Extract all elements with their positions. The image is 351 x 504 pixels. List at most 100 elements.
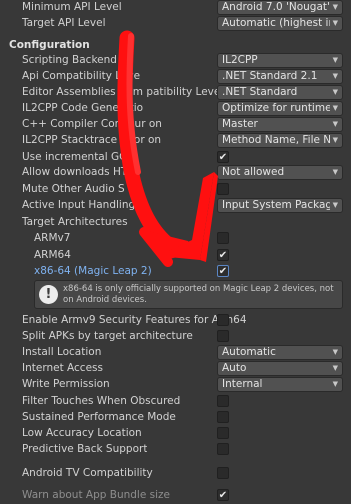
install-location-label: Install Location xyxy=(22,346,102,358)
section-header-configuration[interactable]: Configuration xyxy=(9,39,90,51)
write-permission-value: Internal xyxy=(222,378,263,390)
armv7-label: ARMv7 xyxy=(34,232,71,244)
filter-touches-checkbox[interactable] xyxy=(217,395,229,407)
row-android-tv: Android TV Compatibility xyxy=(0,466,351,482)
low-accuracy-location-label: Low Accuracy Location xyxy=(22,427,142,439)
row-incremental-gc: Use incremental GC* ✔ xyxy=(0,150,351,166)
chevron-down-icon: ▼ xyxy=(332,364,338,372)
chevron-down-icon: ▼ xyxy=(332,136,338,144)
internet-access-dropdown[interactable]: Auto ▼ xyxy=(217,361,343,376)
active-input-dropdown[interactable]: Input System Package (I▼ xyxy=(217,198,343,213)
row-api-compat-level: Api Compatibility Leve .NET Standard 2.1 ▼ xyxy=(0,69,351,85)
min-api-level-label: Minimum API Level xyxy=(22,1,122,13)
row-sustained-performance: Sustained Performance Mode xyxy=(0,410,351,426)
info-icon: ! xyxy=(39,285,58,304)
editor-assemblies-label: Editor Assemblies Com patibility Level* xyxy=(22,86,220,98)
allow-downloads-value: Not allowed xyxy=(222,166,285,178)
il2cpp-codegen-dropdown[interactable]: Optimize for runtime spe▼ xyxy=(217,101,343,116)
target-architectures-label: Target Architectures xyxy=(22,216,128,228)
row-armv9-security: Enable Armv9 Security Features for Arm64 xyxy=(0,313,351,329)
chevron-down-icon: ▼ xyxy=(332,201,338,209)
architecture-help-box: ! x86-64 is only officially supported on… xyxy=(34,280,343,309)
il2cpp-codegen-value: Optimize for runtime spe xyxy=(222,102,330,114)
sustained-performance-checkbox[interactable] xyxy=(217,411,229,423)
row-write-permission: Write Permission Internal ▼ xyxy=(0,377,351,393)
warn-app-bundle-label: Warn about App Bundle size xyxy=(22,489,171,501)
row-target-api-level: Target API Level Automatic (highest insta… xyxy=(0,16,351,32)
cpp-compiler-dropdown[interactable]: Master ▼ xyxy=(217,117,343,132)
row-scripting-backend: Scripting Backend IL2CPP ▼ xyxy=(0,53,351,69)
row-target-architectures: Target Architectures xyxy=(0,215,351,231)
incremental-gc-label: Use incremental GC* xyxy=(22,151,132,163)
api-compat-level-value: .NET Standard 2.1 xyxy=(222,70,318,82)
arm64-checkbox[interactable]: ✔ xyxy=(217,249,229,261)
row-min-api-level: Minimum API Level Android 7.0 'Nougat' (A… xyxy=(0,0,351,16)
install-location-value: Automatic xyxy=(222,346,276,358)
internet-access-value: Auto xyxy=(222,362,247,374)
row-filter-touches: Filter Touches When Obscured xyxy=(0,394,351,410)
incremental-gc-checkbox[interactable]: ✔ xyxy=(217,151,229,163)
scripting-backend-value: IL2CPP xyxy=(222,54,258,66)
il2cpp-stacktrace-dropdown[interactable]: Method Name, File Nam▼ xyxy=(217,133,343,148)
x86-64-checkbox[interactable]: ✔ xyxy=(217,265,229,277)
predictive-back-label: Predictive Back Support xyxy=(22,443,148,455)
checkmark-icon: ✔ xyxy=(218,266,228,277)
install-location-dropdown[interactable]: Automatic ▼ xyxy=(217,345,343,360)
split-apks-label: Split APKs by target architecture xyxy=(22,330,193,342)
cpp-compiler-value: Master xyxy=(222,118,258,130)
row-mute-other-audio: Mute Other Audio S xyxy=(0,182,351,198)
allow-downloads-dropdown[interactable]: Not allowed ▼ xyxy=(217,165,343,180)
chevron-down-icon: ▼ xyxy=(332,380,338,388)
chevron-down-icon: ▼ xyxy=(332,348,338,356)
checkmark-icon: ✔ xyxy=(218,250,228,261)
active-input-value: Input System Package (I xyxy=(222,199,330,211)
warn-app-bundle-checkbox[interactable]: ✔ xyxy=(217,489,229,501)
arm64-label: ARM64 xyxy=(34,249,71,261)
write-permission-dropdown[interactable]: Internal ▼ xyxy=(217,377,343,392)
target-api-level-dropdown[interactable]: Automatic (highest insta▼ xyxy=(217,16,343,31)
row-low-accuracy-location: Low Accuracy Location xyxy=(0,426,351,442)
mute-other-audio-label: Mute Other Audio S xyxy=(22,183,125,195)
row-warn-app-bundle: Warn about App Bundle size ✔ xyxy=(0,488,351,504)
mute-other-audio-checkbox[interactable] xyxy=(217,183,229,195)
row-editor-assemblies: Editor Assemblies Com patibility Level*.… xyxy=(0,85,351,101)
predictive-back-checkbox[interactable] xyxy=(217,443,229,455)
armv9-security-checkbox[interactable] xyxy=(217,314,229,326)
cpp-compiler-label: C++ Compiler Configur on xyxy=(22,118,162,130)
android-tv-checkbox[interactable] xyxy=(217,467,229,479)
armv7-checkbox[interactable] xyxy=(217,232,229,244)
il2cpp-stacktrace-label: IL2CPP Stacktrace Infor on xyxy=(22,134,162,146)
armv9-security-label: Enable Armv9 Security Features for Arm64 xyxy=(22,314,247,326)
checkmark-icon: ✔ xyxy=(218,490,228,501)
target-api-level-label: Target API Level xyxy=(22,17,106,29)
row-il2cpp-stacktrace: IL2CPP Stacktrace Infor on Method Name, F… xyxy=(0,133,351,149)
android-tv-label: Android TV Compatibility xyxy=(22,467,153,479)
row-predictive-back: Predictive Back Support xyxy=(0,442,351,458)
split-apks-checkbox[interactable] xyxy=(217,330,229,342)
scripting-backend-label: Scripting Backend xyxy=(22,54,117,66)
chevron-down-icon: ▼ xyxy=(332,72,338,80)
row-il2cpp-codegen: IL2CPP Code Generatio Optimize for runtim… xyxy=(0,101,351,117)
chevron-down-icon: ▼ xyxy=(332,56,338,64)
row-active-input: Active Input Handling Input System Packag… xyxy=(0,198,351,214)
api-compat-level-dropdown[interactable]: .NET Standard 2.1 ▼ xyxy=(217,69,343,84)
api-compat-level-label: Api Compatibility Leve xyxy=(22,70,141,82)
row-internet-access: Internet Access Auto ▼ xyxy=(0,361,351,377)
min-api-level-dropdown[interactable]: Android 7.0 'Nougat' (AP▼ xyxy=(217,0,343,15)
write-permission-label: Write Permission xyxy=(22,378,110,390)
low-accuracy-location-checkbox[interactable] xyxy=(217,427,229,439)
active-input-label: Active Input Handling xyxy=(22,199,136,211)
chevron-down-icon: ▼ xyxy=(332,88,338,96)
editor-assemblies-dropdown[interactable]: .NET Standard ▼ xyxy=(217,85,343,100)
row-allow-downloads: Allow downloads HTT Not allowed ▼ xyxy=(0,165,351,181)
row-split-apks: Split APKs by target architecture xyxy=(0,329,351,345)
chevron-down-icon: ▼ xyxy=(332,3,338,11)
target-api-level-value: Automatic (highest insta xyxy=(222,17,330,29)
chevron-down-icon: ▼ xyxy=(332,19,338,27)
row-install-location: Install Location Automatic ▼ xyxy=(0,345,351,361)
row-x86-64: x86-64 (Magic Leap 2) ✔ xyxy=(0,264,351,280)
scripting-backend-dropdown[interactable]: IL2CPP ▼ xyxy=(217,53,343,68)
allow-downloads-label: Allow downloads HTT xyxy=(22,166,134,178)
il2cpp-stacktrace-value: Method Name, File Nam xyxy=(222,134,330,146)
row-armv7: ARMv7 xyxy=(0,231,351,247)
